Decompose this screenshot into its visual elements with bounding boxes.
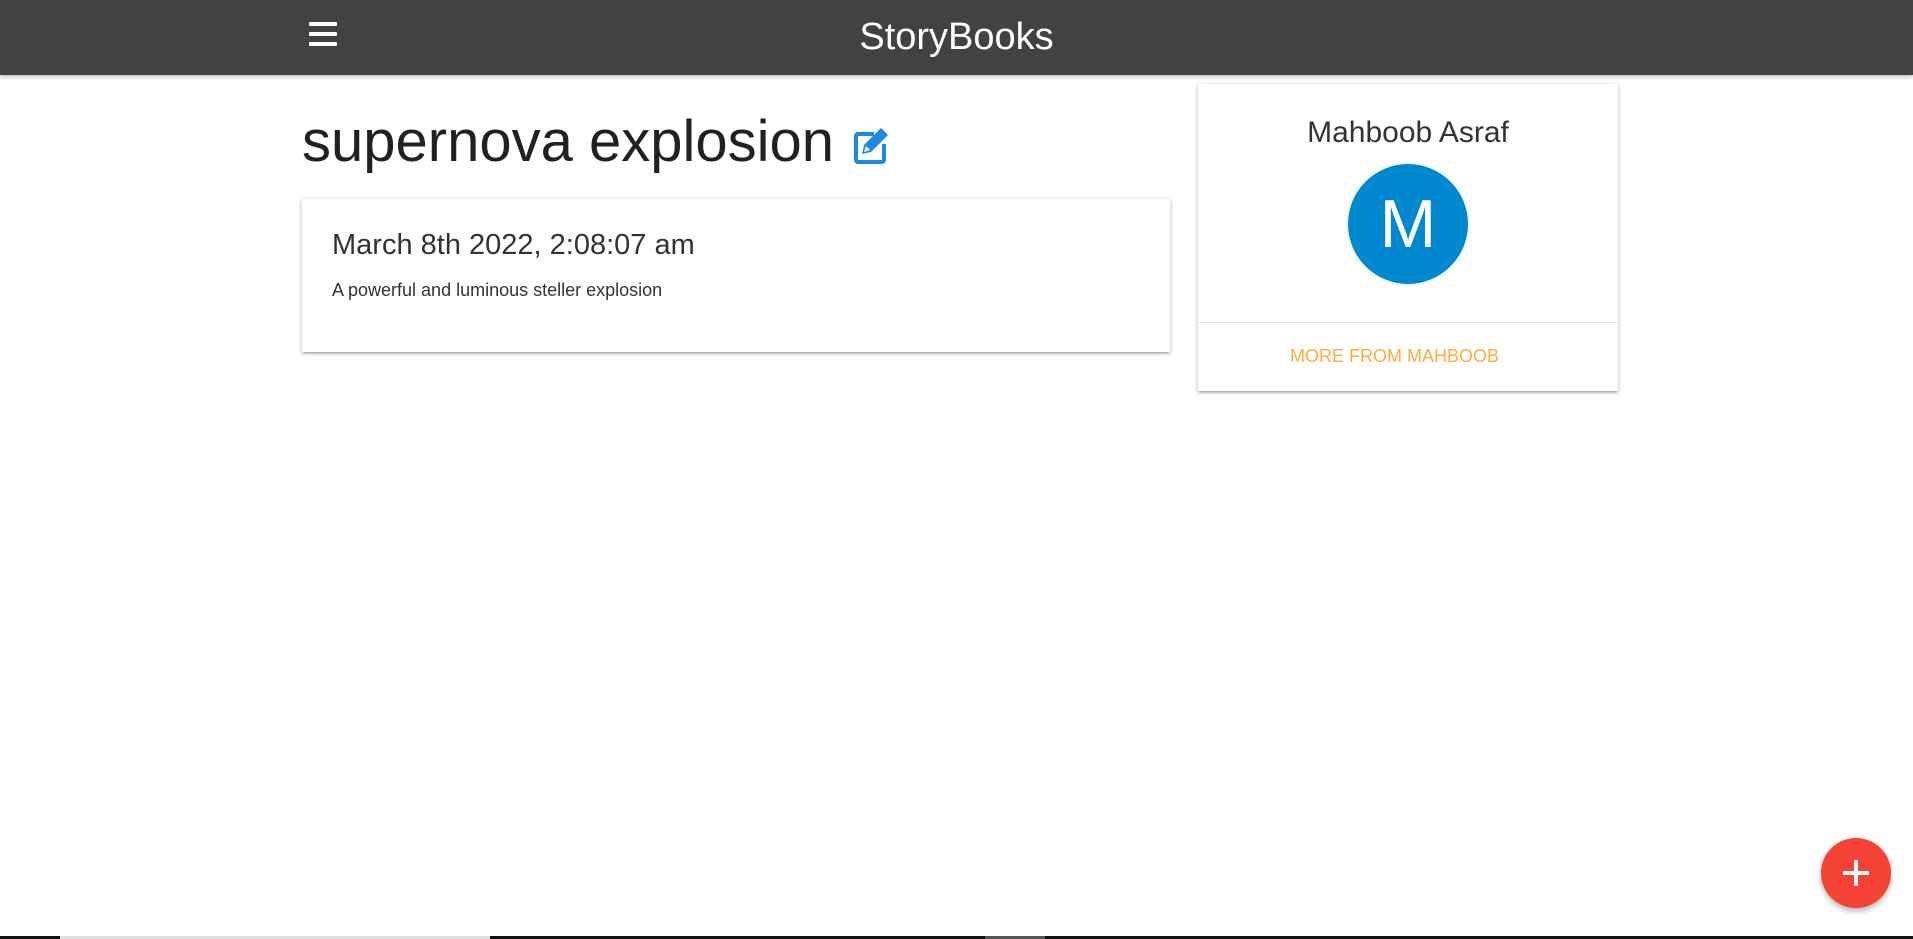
brand-logo-container: StoryBooks xyxy=(0,0,1913,75)
story-title: supernova explosion xyxy=(302,109,835,174)
hamburger-menu-icon[interactable] xyxy=(309,22,339,48)
add-story-button[interactable] xyxy=(1821,838,1891,908)
story-date: March 8th 2022, 2:08:07 am xyxy=(332,229,695,261)
brand-logo-link[interactable]: StoryBooks xyxy=(859,16,1053,58)
author-avatar: M xyxy=(1348,164,1468,284)
card-divider xyxy=(1198,322,1618,323)
author-name: Mahboob Asraf xyxy=(1307,116,1509,149)
more-from-author-link[interactable]: MORE FROM MAHBOOB xyxy=(1290,346,1499,367)
author-card: Mahboob Asraf M MORE FROM MAHBOOB xyxy=(1198,84,1618,391)
story-body: A powerful and luminous steller explosio… xyxy=(332,280,663,300)
story-title-heading: supernova explosion xyxy=(302,108,892,175)
story-card: March 8th 2022, 2:08:07 am A powerful an… xyxy=(302,199,1170,352)
top-navbar: StoryBooks xyxy=(0,0,1913,75)
edit-icon[interactable] xyxy=(848,124,892,168)
